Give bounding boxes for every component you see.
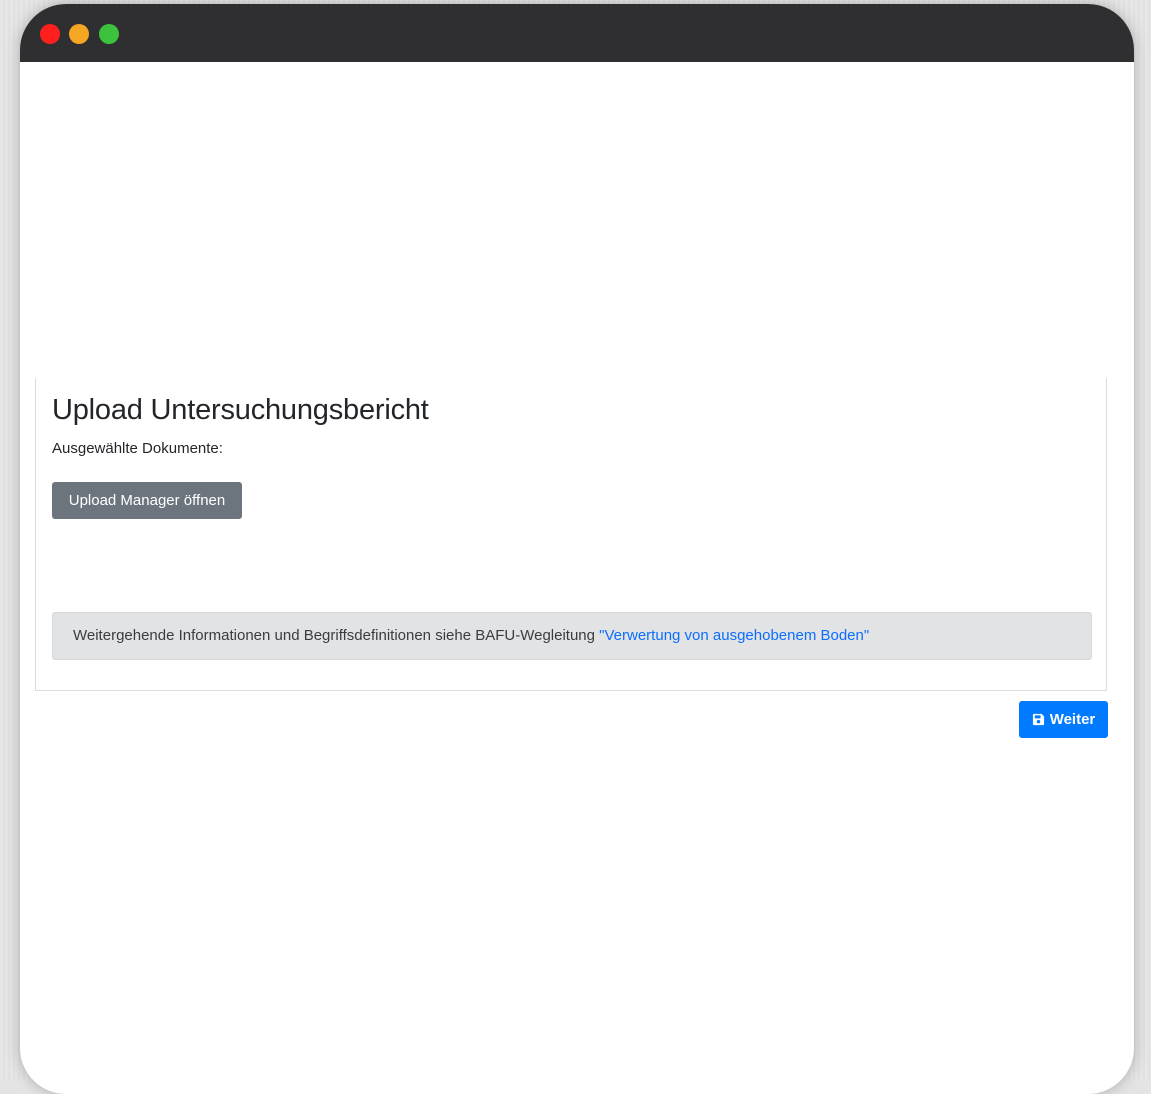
next-button-label: Weiter [1049, 711, 1096, 728]
window-close-button[interactable] [40, 24, 60, 44]
info-alert: Weitergehende Informationen und Begriffs… [52, 612, 1092, 660]
window-titlebar [20, 4, 1134, 62]
window-maximize-button[interactable] [99, 24, 119, 44]
selected-documents-label: Ausgewählte Dokumente: [52, 440, 223, 457]
info-text: Weitergehende Informationen und Begriffs… [73, 627, 600, 644]
upload-card: Upload Untersuchungsbericht Ausgewählte … [35, 378, 1107, 691]
next-button[interactable]: Weiter [1019, 701, 1108, 738]
window-minimize-button[interactable] [69, 24, 89, 44]
save-icon [1032, 713, 1044, 726]
open-upload-manager-button[interactable]: Upload Manager öffnen [52, 482, 242, 519]
bafu-guideline-link[interactable]: "Verwertung von ausgehobenem Boden" [599, 627, 869, 644]
page-title: Upload Untersuchungsbericht [52, 394, 429, 426]
browser-window: Upload Untersuchungsbericht Ausgewählte … [20, 4, 1134, 1094]
